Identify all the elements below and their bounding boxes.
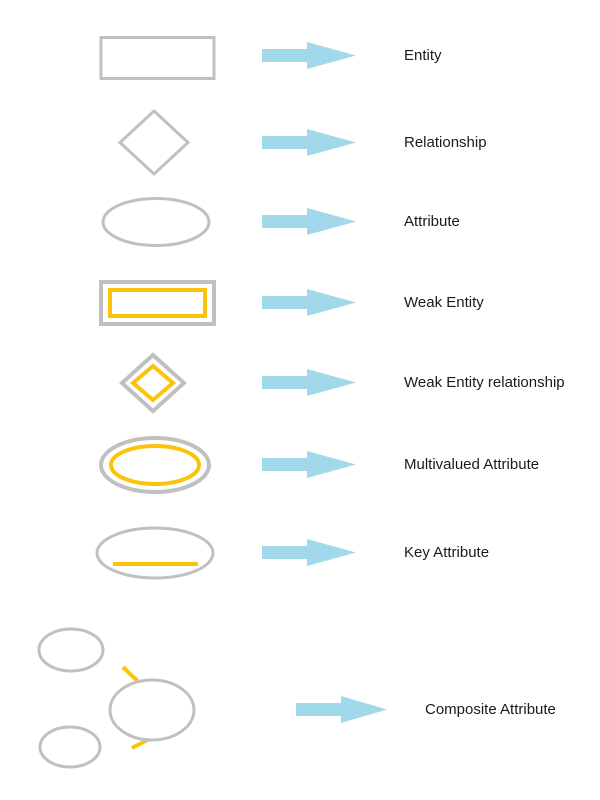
weak-entity-relationship-double-diamond-symbol (0, 352, 250, 414)
arrow-relationship (260, 128, 360, 158)
entity-rectangle-symbol (0, 36, 250, 82)
label-attribute: Attribute (404, 213, 460, 230)
legend-row-weak-entity: Weak Entity (0, 280, 600, 328)
label-multivalued-attribute: Multivalued Attribute (404, 456, 540, 473)
composite-parent-ellipse (108, 678, 196, 742)
arrow-multivalued-attribute (260, 450, 360, 480)
label-key-attribute: Key Attribute (404, 544, 490, 561)
legend-row-key-attribute: Key Attribute (0, 524, 600, 584)
composite-child-ellipse-bottom (38, 725, 102, 769)
legend-row-entity: Entity (0, 36, 600, 80)
legend-row-weak-entity-relationship: Weak Entity relationship (0, 352, 600, 414)
arrow-attribute (260, 207, 360, 237)
composite-child-ellipse-top (37, 627, 105, 673)
arrow-key-attribute (260, 538, 360, 568)
label-relationship: Relationship (404, 134, 487, 151)
label-weak-entity-relationship: Weak Entity relationship (404, 374, 565, 391)
label-entity: Entity (404, 47, 442, 64)
label-weak-entity: Weak Entity (404, 294, 484, 311)
legend-row-relationship: Relationship (0, 108, 600, 178)
legend-row-multivalued-attribute: Multivalued Attribute (0, 434, 600, 496)
arrow-weak-entity-relationship (260, 368, 360, 398)
arrow-entity (260, 41, 360, 71)
weak-entity-double-rectangle-symbol (0, 280, 250, 328)
legend-row-composite-attribute: Composite Attribute (0, 625, 600, 770)
arrow-composite-attribute (294, 695, 394, 725)
attribute-ellipse-symbol (0, 196, 250, 250)
relationship-diamond-symbol (0, 108, 250, 178)
label-composite-attribute: Composite Attribute (425, 701, 556, 718)
multivalued-attribute-double-ellipse-symbol (0, 434, 250, 496)
key-attribute-underlined-ellipse-symbol (0, 524, 250, 584)
legend-row-attribute: Attribute (0, 196, 600, 250)
composite-attribute-symbol (0, 625, 270, 770)
er-legend-canvas: Entity Relationship Attribute Weak Entit… (0, 0, 600, 800)
arrow-weak-entity (260, 288, 360, 318)
